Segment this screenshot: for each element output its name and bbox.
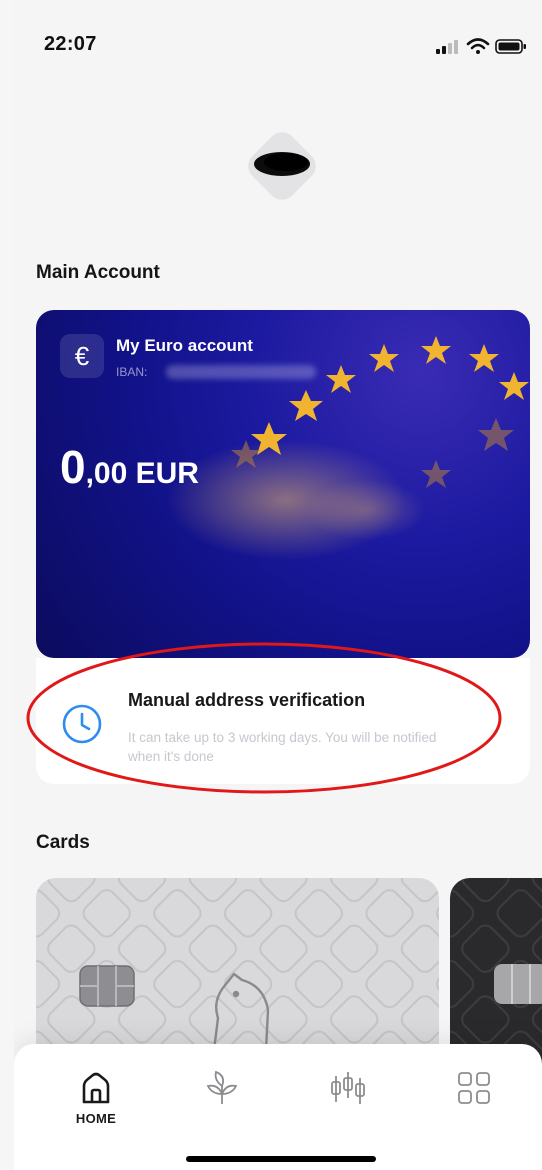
account-balance: 0,00 EUR [60, 440, 199, 494]
wifi-icon [466, 38, 490, 54]
status-icons [436, 38, 526, 54]
euro-account-card[interactable]: € My Euro account IBAN: 0,00 EUR [36, 310, 530, 658]
cards-heading: Cards [36, 832, 90, 853]
balance-minor: ,00 EUR [85, 457, 199, 490]
status-time: 22:07 [44, 33, 97, 55]
main-account-heading: Main Account [36, 262, 160, 283]
signal-icon [436, 40, 458, 54]
account-name: My Euro account [116, 336, 253, 355]
balance-major: 0 [60, 441, 86, 493]
grid-icon [458, 1072, 490, 1104]
bottom-navigation: HOME [14, 1044, 542, 1170]
nav-earn[interactable] [182, 1064, 262, 1144]
nav-home[interactable]: HOME [56, 1064, 136, 1144]
highlight-annotation [26, 642, 502, 794]
nav-home-label: HOME [75, 1111, 117, 1126]
battery-icon [495, 39, 526, 54]
status-bar: 22:07 [14, 0, 542, 90]
nav-trade[interactable] [308, 1064, 388, 1144]
nav-more[interactable] [434, 1064, 514, 1144]
chip-icon [79, 965, 135, 1007]
iban-label: IBAN: [116, 365, 148, 379]
candlestick-icon [331, 1072, 365, 1104]
home-indicator[interactable] [186, 1156, 376, 1162]
iban-value-redacted [166, 365, 316, 379]
home-icon [82, 1072, 110, 1104]
profile-avatar[interactable] [236, 120, 328, 212]
sprout-icon [206, 1070, 238, 1104]
euro-icon: € [60, 334, 104, 378]
app-screen: 22:07 Main Account € My Euro account IBA… [14, 0, 542, 1170]
